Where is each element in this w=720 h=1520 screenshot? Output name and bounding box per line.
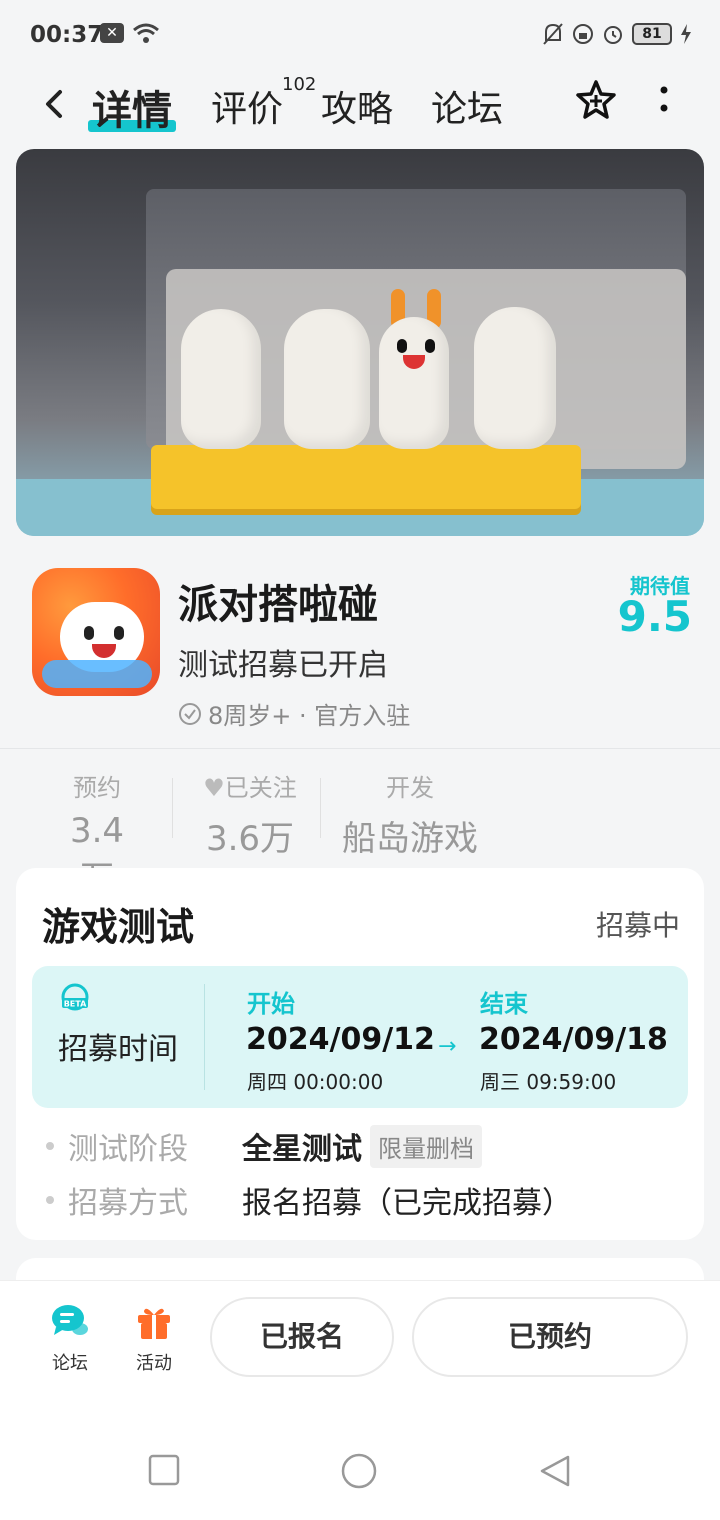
end-label: 结束 <box>480 990 528 1018</box>
recent-apps-icon[interactable] <box>148 1454 180 1486</box>
battery-indicator: 81 <box>632 23 672 45</box>
end-date: 2024/09/18 <box>479 1022 668 1057</box>
verified-check-icon <box>179 702 201 725</box>
game-subtitle: 测试招募已开启 <box>178 648 388 683</box>
arrow-icon: → <box>438 1034 457 1059</box>
tab-details[interactable]: 详情 <box>88 78 176 136</box>
status-time: 00:37 <box>30 22 104 48</box>
system-back-icon[interactable] <box>538 1454 572 1488</box>
wifi-icon <box>133 23 159 43</box>
more-options-icon[interactable] <box>652 82 676 118</box>
home-icon[interactable] <box>340 1452 378 1490</box>
gift-icon <box>138 1308 170 1339</box>
card-title: 游戏测试 <box>42 905 195 949</box>
signed-up-button[interactable]: 已报名 <box>210 1297 394 1377</box>
bottom-action-bar: 论坛 活动 已报名 已预约 <box>0 1280 720 1410</box>
recruit-status: 招募中 <box>595 909 680 942</box>
game-test-card: 游戏测试 招募中 BETA 招募时间 开始 2024/09/12 周四 00:0… <box>16 868 704 1240</box>
game-info: 派对搭啦碰 测试招募已开启 8周岁+ · 官方入驻 期待值 9.5 <box>0 560 720 748</box>
start-time: 周四 00:00:00 <box>247 1070 384 1094</box>
game-app-icon <box>32 568 160 696</box>
notification-x-icon: ✕ <box>100 23 124 43</box>
tab-reviews[interactable]: 评价 <box>211 80 283 132</box>
svg-text:BETA: BETA <box>64 1000 87 1009</box>
activity-button[interactable]: 活动 <box>124 1301 184 1375</box>
charging-icon <box>681 24 691 44</box>
figurine <box>474 307 556 449</box>
recruit-time-box: BETA 招募时间 开始 2024/09/12 周四 00:00:00 → 结束… <box>32 966 688 1108</box>
reserved-button[interactable]: 已预约 <box>412 1297 688 1377</box>
tab-guides[interactable]: 攻略 <box>321 80 393 132</box>
start-date: 2024/09/12 <box>246 1022 435 1057</box>
beta-clock-icon: BETA <box>61 983 89 1011</box>
game-meta: 8周岁+ · 官方入驻 <box>178 696 410 731</box>
figurine <box>284 309 370 449</box>
start-label: 开始 <box>247 990 295 1018</box>
divider <box>0 748 720 749</box>
figurine <box>181 309 261 449</box>
game-title: 派对搭啦碰 <box>178 582 378 628</box>
mute-bell-icon <box>543 23 563 45</box>
forum-button[interactable]: 论坛 <box>40 1301 100 1375</box>
alarm-icon <box>604 26 622 44</box>
age-official-text: 8周岁+ · 官方入驻 <box>208 702 411 730</box>
lock-rotation-icon <box>573 24 593 44</box>
forum-chat-icon <box>52 1305 88 1335</box>
test-stage-row: 测试阶段 全星测试 限量删档 <box>46 1124 482 1168</box>
top-nav: 详情 评价 102 攻略 论坛 <box>0 72 720 142</box>
tab-forum[interactable]: 论坛 <box>431 80 503 132</box>
stage-tag: 限量删档 <box>370 1124 482 1168</box>
recruit-time-label: 招募时间 <box>58 1032 178 1067</box>
back-icon[interactable] <box>36 84 76 124</box>
game-stats: 预约 3.4万 ♥已关注 3.6万 开发 船岛游戏 <box>0 768 720 899</box>
review-count-badge: 102 <box>282 74 317 95</box>
stat-follow[interactable]: ♥已关注 3.6万 <box>190 768 310 860</box>
status-bar: 00:37 ✕ 81 <box>0 0 720 72</box>
end-time: 周三 09:59:00 <box>480 1070 617 1094</box>
favorite-star-icon[interactable] <box>574 78 618 122</box>
recruit-method-row: 招募方式 报名招募（已完成招募） <box>46 1178 572 1222</box>
figurine-bunny <box>379 317 449 449</box>
heart-icon: ♥ <box>203 774 225 802</box>
stat-developer[interactable]: 开发 船岛游戏 <box>336 768 484 860</box>
expectation-score: 9.5 <box>617 592 692 641</box>
system-navigation-bar <box>0 1410 720 1520</box>
game-banner-image[interactable] <box>16 149 704 536</box>
